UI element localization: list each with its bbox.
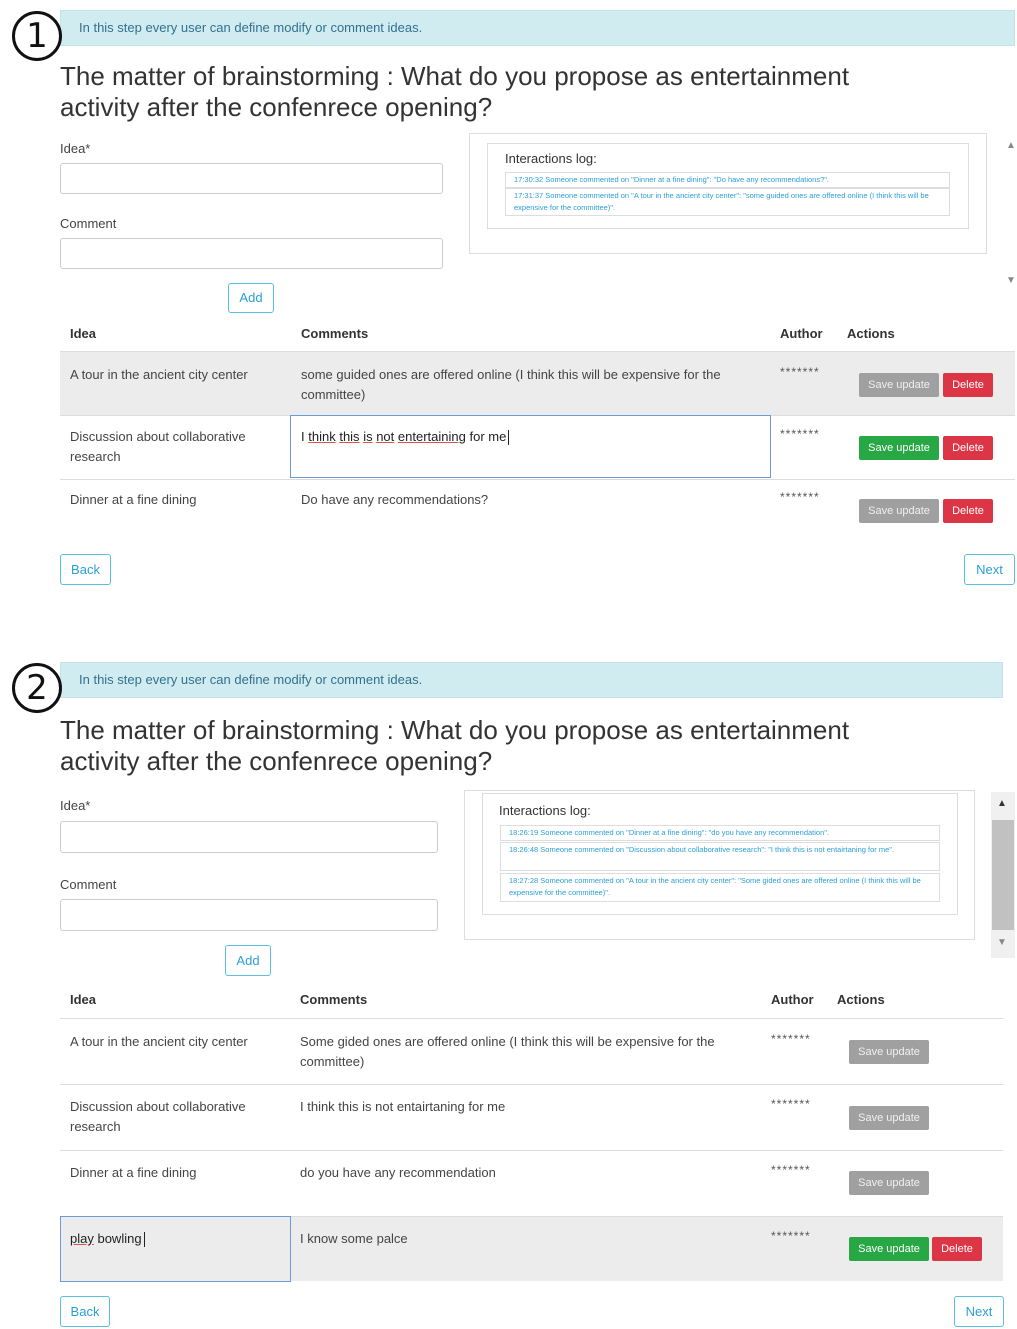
comment-cell[interactable]: I think this is not entairtaning for me — [300, 1097, 750, 1117]
comment-cell[interactable]: do you have any recommendation — [300, 1163, 750, 1183]
delete-button[interactable]: Delete — [943, 436, 993, 460]
delete-button[interactable]: Delete — [932, 1237, 982, 1261]
save-update-button[interactable]: Save update — [849, 1106, 929, 1130]
log-entry: 18:27:28 Someone commented on "A tour in… — [500, 873, 940, 902]
comment-label: Comment — [60, 216, 117, 231]
page-title: The matter of brainstorming : What do yo… — [60, 61, 1000, 123]
column-header-idea: Idea — [70, 992, 97, 1007]
author-cell: ******* — [771, 1163, 811, 1177]
scroll-up-icon[interactable]: ▲ — [997, 798, 1007, 809]
page-title: The matter of brainstorming : What do yo… — [60, 715, 1000, 777]
title-line-1: The matter of brainstorming : What do yo… — [60, 715, 850, 745]
info-banner: In this step every user can define modif… — [60, 10, 1015, 46]
save-update-button[interactable]: Save update — [849, 1040, 929, 1064]
save-update-button[interactable]: Save update — [859, 499, 939, 523]
panel-step-2: In this step every user can define modif… — [0, 660, 1017, 1329]
log-entry: 17:30:32 Someone commented on "Dinner at… — [505, 172, 950, 188]
column-header-actions: Actions — [847, 326, 895, 341]
idea-edit-field[interactable] — [60, 1216, 291, 1282]
log-scrollbar-thumb[interactable] — [992, 820, 1014, 930]
save-update-button[interactable]: Save update — [859, 373, 939, 397]
info-banner: In this step every user can define modif… — [60, 662, 1003, 698]
column-header-comments: Comments — [300, 992, 368, 1007]
log-entry: 18:26:19 Someone commented on "Dinner at… — [500, 825, 940, 841]
interactions-log-title: Interactions log: — [499, 803, 591, 818]
comment-cell[interactable]: some guided ones are offered online (I t… — [301, 365, 761, 405]
idea-cell[interactable]: Discussion about collaborative research — [70, 427, 280, 467]
save-update-button[interactable]: Save update — [849, 1171, 929, 1195]
back-button[interactable]: Back — [60, 554, 111, 585]
step-number-badge: 2 — [12, 663, 62, 713]
divider — [60, 1084, 1003, 1085]
divider — [60, 1018, 1003, 1019]
title-line-1: The matter of brainstorming : What do yo… — [60, 61, 850, 91]
scroll-down-icon[interactable]: ▼ — [1006, 275, 1016, 286]
add-button[interactable]: Add — [228, 283, 274, 313]
idea-cell[interactable]: Dinner at a fine dining — [70, 1163, 280, 1183]
column-header-idea: Idea — [70, 326, 97, 341]
text-cursor — [508, 430, 510, 446]
idea-input[interactable] — [60, 163, 443, 194]
divider — [60, 479, 1015, 480]
panel-step-1: In this step every user can define modif… — [0, 0, 1017, 600]
comment-cell[interactable]: I know some palce — [300, 1229, 750, 1249]
text-cursor — [143, 1232, 145, 1248]
back-button[interactable]: Back — [60, 1296, 110, 1327]
author-cell: ******* — [771, 1097, 811, 1111]
column-header-author: Author — [771, 992, 814, 1007]
delete-button[interactable]: Delete — [943, 499, 993, 523]
divider — [60, 1150, 1003, 1151]
column-header-comments: Comments — [301, 326, 369, 341]
column-header-actions: Actions — [837, 992, 885, 1007]
comment-input[interactable] — [60, 899, 438, 931]
author-cell: ******* — [780, 365, 820, 379]
delete-button[interactable]: Delete — [943, 373, 993, 397]
save-update-button[interactable]: Save update — [859, 436, 939, 460]
column-header-author: Author — [780, 326, 823, 341]
idea-cell[interactable]: Dinner at a fine dining — [70, 490, 280, 510]
idea-label: Idea* — [60, 141, 91, 156]
idea-label: Idea* — [60, 798, 91, 813]
author-cell: ******* — [780, 427, 820, 441]
idea-cell[interactable]: Discussion about collaborative research — [70, 1097, 270, 1137]
author-cell: ******* — [780, 490, 820, 504]
add-button[interactable]: Add — [225, 945, 271, 976]
comment-label: Comment — [60, 877, 117, 892]
save-update-button[interactable]: Save update — [849, 1237, 929, 1261]
log-entry: 17:31:37 Someone commented on "A tour in… — [505, 188, 950, 216]
title-line-2: activity after the confenrece opening? — [60, 92, 493, 122]
log-entry: 18:26:48 Someone commented on "Discussio… — [500, 842, 940, 871]
scroll-down-icon[interactable]: ▼ — [997, 937, 1007, 948]
idea-input[interactable] — [60, 821, 438, 853]
comment-input[interactable] — [60, 238, 443, 269]
author-cell: ******* — [771, 1032, 811, 1046]
title-line-2: activity after the confenrece opening? — [60, 746, 493, 776]
next-button[interactable]: Next — [964, 554, 1015, 585]
scroll-up-icon[interactable]: ▲ — [1006, 140, 1016, 151]
idea-cell[interactable]: A tour in the ancient city center — [70, 365, 280, 385]
comment-cell[interactable]: Some gided ones are offered online (I th… — [300, 1032, 750, 1072]
author-cell: ******* — [771, 1229, 811, 1243]
comment-edit-text[interactable]: I think this is not entertaining for me — [301, 427, 761, 447]
idea-edit-text[interactable]: play bowling — [70, 1229, 280, 1249]
next-button[interactable]: Next — [954, 1296, 1004, 1327]
step-number-badge: 1 — [12, 11, 62, 61]
comment-cell[interactable]: Do have any recommendations? — [301, 490, 761, 510]
interactions-log-title: Interactions log: — [505, 151, 597, 166]
idea-cell[interactable]: A tour in the ancient city center — [70, 1032, 280, 1052]
